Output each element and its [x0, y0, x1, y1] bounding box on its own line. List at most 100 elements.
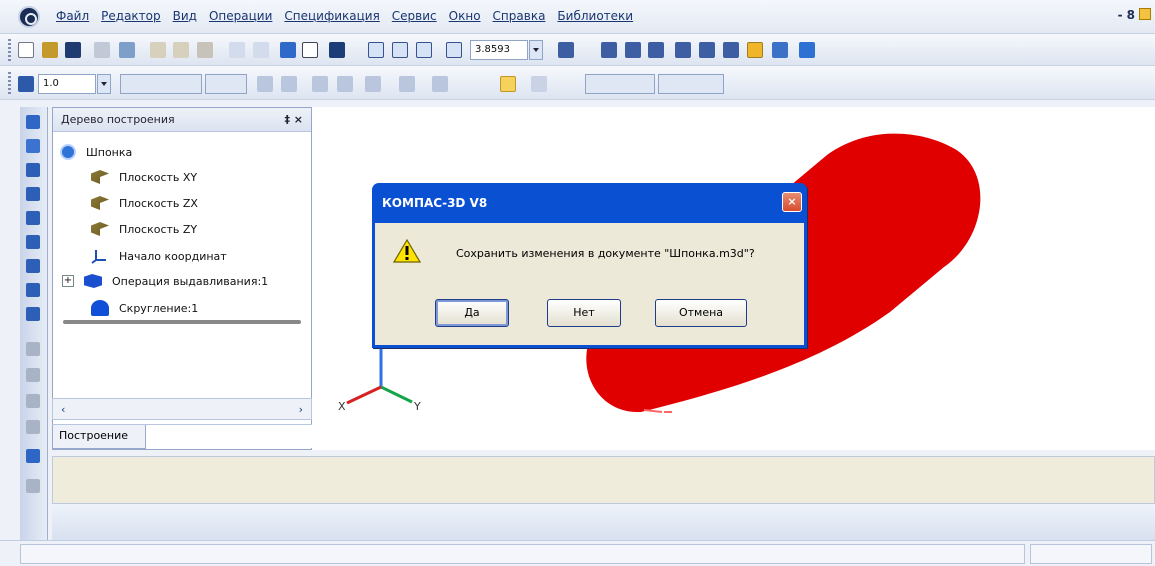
constraint-icon[interactable] [432, 76, 448, 92]
menu-operations[interactable]: Операции [209, 9, 272, 23]
dialog-message: Сохранить изменения в документе "Шпонка.… [456, 247, 755, 260]
step-icon[interactable] [18, 76, 34, 92]
tree-root-item[interactable]: Шпонка [60, 144, 132, 160]
zoom-scale-icon[interactable] [446, 42, 462, 58]
tree-tab-row: Построение [52, 424, 312, 449]
compact-tool-5-icon[interactable] [26, 211, 40, 225]
preview-icon[interactable] [119, 42, 135, 58]
yes-button[interactable]: Да [435, 299, 509, 327]
tree-item-plane-zy[interactable]: Плоскость ZY [91, 222, 197, 236]
menu-file[interactable]: Файл [56, 9, 89, 23]
plane-icon [91, 222, 109, 236]
tree-horizontal-scrollbar[interactable]: ‹ › [52, 398, 312, 420]
zoom-out-icon[interactable] [416, 42, 432, 58]
y-axis-label: Y [413, 400, 421, 413]
tree-item-fillet[interactable]: Скругление:1 [91, 300, 198, 316]
menu-libraries[interactable]: Библиотеки [557, 9, 633, 23]
tree-item-plane-xy[interactable]: Плоскость XY [91, 170, 197, 184]
zoom-window-icon[interactable] [368, 42, 384, 58]
paste-icon[interactable] [197, 42, 213, 58]
tree-item-plane-zx[interactable]: Плоскость ZX [91, 196, 198, 210]
toolbar2-grip[interactable] [8, 72, 11, 94]
tab-build[interactable]: Построение [52, 425, 146, 449]
rotate-icon[interactable] [625, 42, 641, 58]
variables-icon[interactable] [280, 42, 296, 58]
local-cs-icon[interactable] [399, 76, 415, 92]
help-pointer-icon[interactable] [329, 42, 345, 58]
print-icon[interactable] [94, 42, 110, 58]
cancel-button[interactable]: Отмена [655, 299, 747, 327]
dialog-title: КОМПАС-3D V8 [382, 196, 488, 210]
tree-item-extrude[interactable]: + Операция выдавливания:1 [62, 274, 268, 288]
redo-icon[interactable] [253, 42, 269, 58]
save-icon[interactable] [65, 42, 81, 58]
compact-tool-4-icon[interactable] [26, 187, 40, 201]
menu-window[interactable]: Окно [449, 9, 481, 23]
perspective-icon[interactable] [799, 42, 815, 58]
app-menu-icon[interactable] [18, 6, 40, 28]
property-field-1[interactable] [120, 74, 202, 94]
tree-title: Дерево построения [61, 113, 175, 126]
axes-icon [91, 250, 106, 264]
step-dropdown-button[interactable] [97, 74, 111, 94]
extrude-icon [84, 274, 102, 288]
zoom-in-icon[interactable] [392, 42, 408, 58]
compact-tool-7-icon[interactable] [26, 259, 40, 273]
compact-tool-2-icon[interactable] [26, 139, 40, 153]
minimize-button[interactable]: - [1118, 8, 1123, 22]
compact-tool-8-icon[interactable] [26, 283, 40, 297]
tree-pin-close-icon[interactable]: ‡ × [284, 113, 303, 126]
menu-view[interactable]: Вид [173, 9, 197, 23]
status-bar [0, 540, 1155, 566]
compact-tool-10-icon[interactable] [26, 342, 40, 356]
shading-icon[interactable] [772, 42, 788, 58]
expand-icon[interactable]: + [62, 275, 74, 287]
array-icon[interactable] [365, 76, 381, 92]
scroll-left-icon[interactable]: ‹ [61, 403, 65, 416]
property-field-2[interactable] [205, 74, 247, 94]
compact-tool-6-icon[interactable] [26, 235, 40, 249]
hidden-lines-icon[interactable] [699, 42, 715, 58]
fx-icon[interactable] [302, 42, 318, 58]
cut-icon[interactable] [150, 42, 166, 58]
undo-icon[interactable] [229, 42, 245, 58]
zoom-value-field[interactable]: 3.8593 [470, 40, 528, 60]
toolbar-grip[interactable] [8, 39, 11, 61]
dimension-icon[interactable] [337, 76, 353, 92]
menu-service[interactable]: Сервис [392, 9, 437, 23]
restore-button[interactable]: 8 [1127, 8, 1135, 22]
step-field[interactable]: 1.0 [38, 74, 96, 94]
halftone-icon[interactable] [747, 42, 763, 58]
compact-tool-11-icon[interactable] [26, 368, 40, 382]
tree-item-origin[interactable]: Начало координат [91, 248, 227, 264]
snap-icon[interactable] [257, 76, 273, 92]
zoom-dropdown-button[interactable] [529, 40, 543, 60]
scroll-right-icon[interactable]: › [299, 403, 303, 416]
compact-tool-3-icon[interactable] [26, 163, 40, 177]
copy-icon[interactable] [173, 42, 189, 58]
compact-tool-14-icon[interactable] [26, 449, 40, 463]
menu-editor[interactable]: Редактор [101, 9, 160, 23]
coordinates-icon[interactable] [531, 76, 547, 92]
coordinate-field-x[interactable] [585, 74, 655, 94]
snap-toggle-icon[interactable] [500, 76, 516, 92]
compact-tool-12-icon[interactable] [26, 394, 40, 408]
new-document-icon[interactable] [18, 42, 34, 58]
menu-specification[interactable]: Спецификация [284, 9, 379, 23]
orientation-icon[interactable] [558, 42, 574, 58]
open-folder-icon[interactable] [42, 42, 58, 58]
parameter-icon[interactable] [312, 76, 328, 92]
dialog-close-button[interactable]: × [782, 192, 802, 212]
compact-tool-15-icon[interactable] [26, 479, 40, 493]
no-button[interactable]: Нет [547, 299, 621, 327]
wireframe-icon[interactable] [675, 42, 691, 58]
thin-lines-icon[interactable] [723, 42, 739, 58]
coordinate-field-y[interactable] [658, 74, 724, 94]
grid-icon[interactable] [281, 76, 297, 92]
menu-help[interactable]: Справка [493, 9, 546, 23]
compact-tool-1-icon[interactable] [26, 115, 40, 129]
fit-icon[interactable] [648, 42, 664, 58]
compact-tool-9-icon[interactable] [26, 307, 40, 321]
move-icon[interactable] [601, 42, 617, 58]
compact-tool-13-icon[interactable] [26, 420, 40, 434]
